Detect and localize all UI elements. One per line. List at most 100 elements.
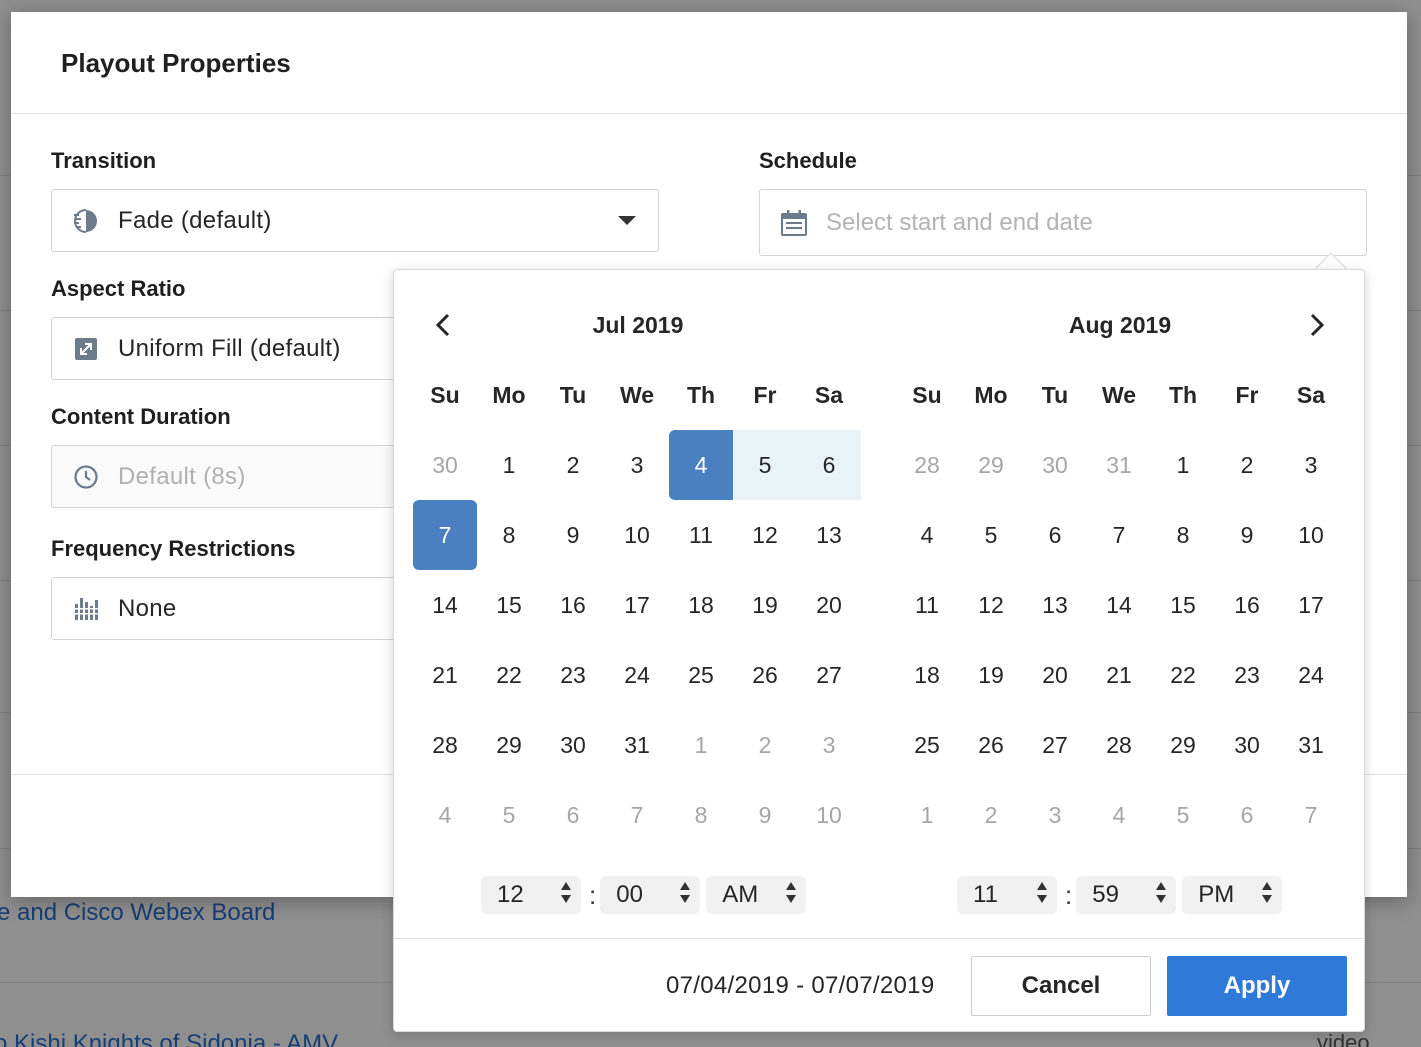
calendar-day[interactable]: 19 xyxy=(959,640,1023,710)
chevron-left-icon xyxy=(435,313,450,337)
calendar-day[interactable]: 8 xyxy=(669,780,733,850)
calendar-day[interactable]: 20 xyxy=(797,570,861,640)
transition-select[interactable]: Fade (default) xyxy=(51,189,659,252)
calendar-day[interactable]: 15 xyxy=(477,570,541,640)
calendar-day-selected[interactable]: 7 xyxy=(413,500,477,570)
calendar-day[interactable]: 7 xyxy=(1087,500,1151,570)
schedule-input-field[interactable] xyxy=(826,208,1326,237)
calendar-day[interactable]: 9 xyxy=(733,780,797,850)
calendar-day[interactable]: 3 xyxy=(797,710,861,780)
weekday-label: Su xyxy=(430,381,460,408)
calendar-day[interactable]: 23 xyxy=(1215,640,1279,710)
calendar-day[interactable]: 6 xyxy=(1023,500,1087,570)
calendar-day[interactable]: 1 xyxy=(895,780,959,850)
calendar-day[interactable]: 12 xyxy=(733,500,797,570)
calendar-day[interactable]: 6 xyxy=(541,780,605,850)
calendar-day[interactable]: 24 xyxy=(605,640,669,710)
calendar-day-selected[interactable]: 4 xyxy=(669,430,733,500)
calendar-day[interactable]: 31 xyxy=(605,710,669,780)
calendar-day[interactable]: 13 xyxy=(1023,570,1087,640)
start-ampm-spinner[interactable]: AM xyxy=(706,876,807,914)
start-hour-value: 12 xyxy=(497,881,524,908)
calendar-day[interactable]: 31 xyxy=(1279,710,1343,780)
calendar-day[interactable]: 29 xyxy=(1151,710,1215,780)
calendar-day[interactable]: 19 xyxy=(733,570,797,640)
calendar-day[interactable]: 14 xyxy=(413,570,477,640)
calendar-day[interactable]: 15 xyxy=(1151,570,1215,640)
end-minute-spinner[interactable]: 59 xyxy=(1076,876,1177,914)
start-hour-spinner[interactable]: 12 xyxy=(481,876,581,914)
calendar-day[interactable]: 16 xyxy=(541,570,605,640)
calendar-day[interactable]: 25 xyxy=(895,710,959,780)
calendar-day[interactable]: 22 xyxy=(477,640,541,710)
calendar-day[interactable]: 28 xyxy=(413,710,477,780)
calendar-day[interactable]: 27 xyxy=(1023,710,1087,780)
calendar-day[interactable]: 21 xyxy=(413,640,477,710)
calendar-day[interactable]: 4 xyxy=(413,780,477,850)
calendar-day[interactable]: 9 xyxy=(541,500,605,570)
calendar-day[interactable]: 13 xyxy=(797,500,861,570)
calendar-day[interactable]: 18 xyxy=(895,640,959,710)
calendar-day-selected[interactable]: 6 xyxy=(797,430,861,500)
calendar-day[interactable]: 2 xyxy=(541,430,605,500)
calendar-day[interactable]: 5 xyxy=(477,780,541,850)
calendar-day[interactable]: 1 xyxy=(669,710,733,780)
previous-month-button[interactable] xyxy=(428,310,458,340)
calendar-day[interactable]: 28 xyxy=(1087,710,1151,780)
calendar-day[interactable]: 7 xyxy=(605,780,669,850)
calendar-day[interactable]: 2 xyxy=(733,710,797,780)
calendar-day[interactable]: 1 xyxy=(477,430,541,500)
calendar-day[interactable]: 23 xyxy=(541,640,605,710)
calendar-day[interactable]: 14 xyxy=(1087,570,1151,640)
cancel-button[interactable]: Cancel xyxy=(971,956,1151,1016)
calendar-day[interactable]: 16 xyxy=(1215,570,1279,640)
calendar-day[interactable]: 29 xyxy=(959,430,1023,500)
calendar-day[interactable]: 30 xyxy=(541,710,605,780)
calendar-day[interactable]: 10 xyxy=(797,780,861,850)
calendar-day[interactable]: 4 xyxy=(895,500,959,570)
calendar-day[interactable]: 11 xyxy=(669,500,733,570)
calendar-day[interactable]: 4 xyxy=(1087,780,1151,850)
calendar-day[interactable]: 1 xyxy=(1151,430,1215,500)
calendar-day[interactable]: 25 xyxy=(669,640,733,710)
calendar-day[interactable]: 30 xyxy=(1215,710,1279,780)
calendar-day[interactable]: 2 xyxy=(1215,430,1279,500)
calendar-day[interactable]: 26 xyxy=(733,640,797,710)
calendar-day[interactable]: 9 xyxy=(1215,500,1279,570)
calendar-day[interactable]: 26 xyxy=(959,710,1023,780)
calendar-day[interactable]: 21 xyxy=(1087,640,1151,710)
calendar-day[interactable]: 8 xyxy=(1151,500,1215,570)
calendar-day[interactable]: 10 xyxy=(605,500,669,570)
calendar-day[interactable]: 8 xyxy=(477,500,541,570)
calendar-day[interactable]: 7 xyxy=(1279,780,1343,850)
calendar-day[interactable]: 24 xyxy=(1279,640,1343,710)
start-minute-spinner[interactable]: 00 xyxy=(600,876,701,914)
calendar-day[interactable]: 6 xyxy=(1215,780,1279,850)
calendar-day[interactable]: 3 xyxy=(1279,430,1343,500)
end-hour-spinner[interactable]: 11 xyxy=(957,876,1057,914)
calendar-day[interactable]: 18 xyxy=(669,570,733,640)
calendar-day[interactable]: 28 xyxy=(895,430,959,500)
calendar-day[interactable]: 31 xyxy=(1087,430,1151,500)
calendar-day[interactable]: 22 xyxy=(1151,640,1215,710)
calendar-day[interactable]: 3 xyxy=(1023,780,1087,850)
end-ampm-spinner[interactable]: PM xyxy=(1182,876,1283,914)
calendar-day[interactable]: 5 xyxy=(1151,780,1215,850)
schedule-date-range-input[interactable] xyxy=(759,189,1367,256)
calendar-day[interactable]: 11 xyxy=(895,570,959,640)
calendar-day[interactable]: 3 xyxy=(605,430,669,500)
apply-button[interactable]: Apply xyxy=(1167,956,1347,1016)
calendar-day[interactable]: 30 xyxy=(413,430,477,500)
calendar-day[interactable]: 29 xyxy=(477,710,541,780)
calendar-day-selected[interactable]: 5 xyxy=(733,430,797,500)
calendar-day[interactable]: 27 xyxy=(797,640,861,710)
next-month-button[interactable] xyxy=(1302,310,1332,340)
calendar-day[interactable]: 17 xyxy=(605,570,669,640)
calendar-day[interactable]: 2 xyxy=(959,780,1023,850)
calendar-day[interactable]: 30 xyxy=(1023,430,1087,500)
calendar-day[interactable]: 17 xyxy=(1279,570,1343,640)
calendar-day[interactable]: 5 xyxy=(959,500,1023,570)
calendar-day[interactable]: 10 xyxy=(1279,500,1343,570)
calendar-day[interactable]: 12 xyxy=(959,570,1023,640)
calendar-day[interactable]: 20 xyxy=(1023,640,1087,710)
